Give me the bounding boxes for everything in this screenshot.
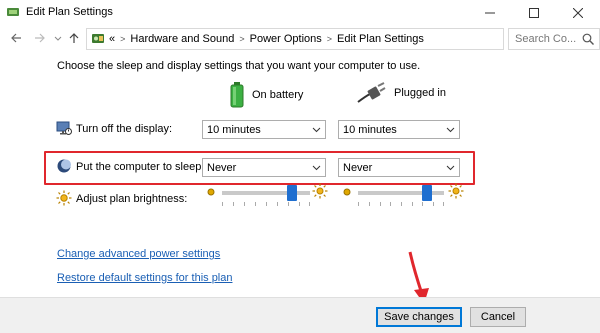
recent-dropdown[interactable] [50,31,66,47]
sun-bright-icon [448,183,464,199]
battery-icon [230,82,244,108]
chevron-down-icon [446,127,455,133]
brightness-row-label: Adjust plan brightness: [76,193,188,205]
display-row-label: Turn off the display: [76,123,172,135]
chevron-down-icon [312,127,321,133]
sun-dim-icon [207,188,215,196]
plugged-brightness-ticks [358,202,444,206]
chevron-down-icon [446,165,455,171]
sleep-plugged-value: Never [343,162,373,174]
display-plugged-value: 10 minutes [343,124,397,136]
back-button[interactable] [8,31,24,47]
sleep-icon [57,159,71,173]
on-battery-label: On battery [252,89,304,101]
plug-icon [357,82,386,103]
sleep-battery-value: Never [207,162,237,174]
chevron-down-icon [54,36,62,41]
column-on-battery: On battery [230,82,303,108]
back-icon [11,33,21,43]
restore-defaults-link[interactable]: Restore default settings for this plan [57,272,232,284]
up-button[interactable] [66,31,82,47]
search-input[interactable]: Search Co... [508,28,600,50]
window-title: Edit Plan Settings [26,6,113,18]
sleep-battery-select[interactable]: Never [202,158,326,177]
breadcrumb-hardware-and-sound[interactable]: Hardware and Sound [130,33,234,45]
forward-icon [35,33,45,43]
forward-button[interactable] [32,31,48,47]
chevron-down-icon [312,165,321,171]
display-battery-select[interactable]: 10 minutes [202,120,326,139]
title-bar: Edit Plan Settings [0,0,600,25]
up-icon [69,33,79,43]
app-icon [7,8,19,16]
plugged-in-label: Plugged in [394,87,446,99]
breadcrumb-separator: > [326,34,333,44]
minimize-button[interactable] [468,0,512,25]
search-placeholder: Search Co... [515,33,577,45]
breadcrumb-separator: > [239,34,245,44]
sun-bright-icon [312,183,328,199]
navigation-bar: « > Hardware and Sound > Power Options >… [0,27,600,51]
breadcrumb-overflow[interactable]: « [109,33,115,45]
save-changes-button[interactable]: Save changes [376,307,462,327]
close-icon [573,7,583,18]
sleep-plugged-select[interactable]: Never [338,158,460,177]
breadcrumb-power-options[interactable]: Power Options [250,33,322,45]
page-heading: Choose the sleep and display settings th… [57,60,421,72]
display-battery-value: 10 minutes [207,124,261,136]
maximize-icon [529,7,539,18]
breadcrumb: « > Hardware and Sound > Power Options >… [109,33,424,45]
address-bar[interactable]: « > Hardware and Sound > Power Options >… [86,28,586,50]
breadcrumb-edit-plan-settings[interactable]: Edit Plan Settings [337,33,424,45]
main-content: Choose the sleep and display settings th… [0,52,600,333]
column-plugged-in: Plugged in [356,82,446,104]
maximize-button[interactable] [512,0,556,25]
search-icon [582,33,594,45]
breadcrumb-separator: > [120,34,126,44]
control-panel-icon [92,34,104,43]
battery-brightness-thumb[interactable] [287,185,298,201]
plugged-brightness-thumb[interactable] [421,185,432,201]
footer-bar: Save changes Cancel [0,297,600,333]
sun-dim-icon [343,188,351,196]
close-button[interactable] [556,0,600,25]
sleep-row-label: Put the computer to sleep: [76,161,205,173]
minimize-icon [485,12,495,13]
display-icon [56,121,72,135]
change-advanced-settings-link[interactable]: Change advanced power settings [57,248,220,260]
battery-brightness-ticks [222,202,310,206]
brightness-icon [56,190,72,206]
display-plugged-select[interactable]: 10 minutes [338,120,460,139]
cancel-button[interactable]: Cancel [470,307,526,327]
